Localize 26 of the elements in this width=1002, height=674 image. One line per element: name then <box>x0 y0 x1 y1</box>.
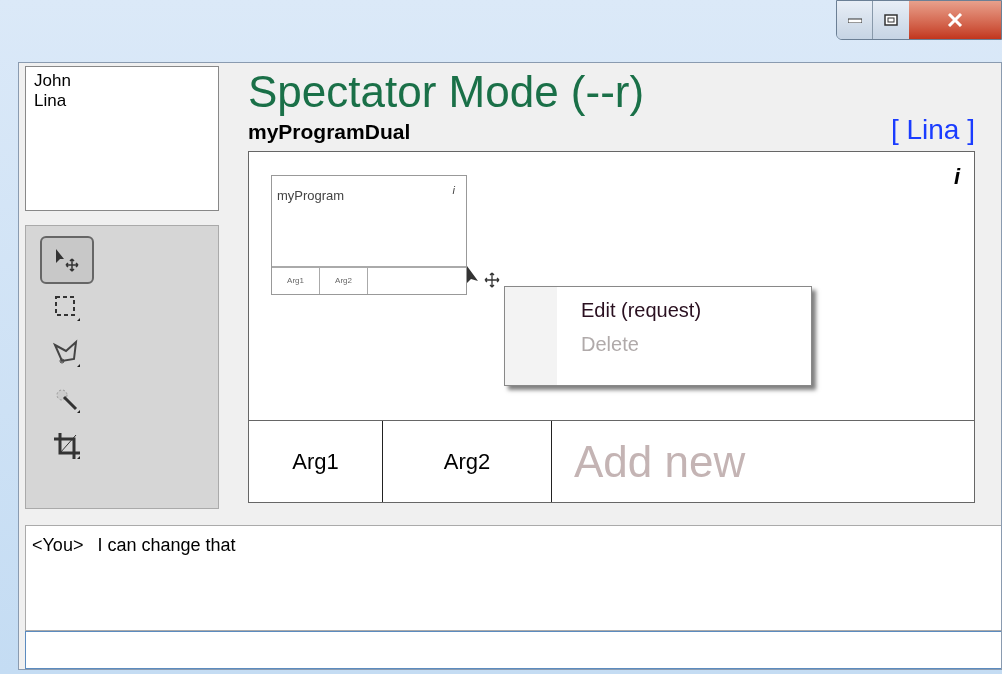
node-info: i <box>452 184 455 198</box>
message-sender: <You> <box>32 534 84 556</box>
mode-title: Spectator Mode (--r) <box>248 69 646 115</box>
marquee-tool-icon <box>52 293 82 323</box>
message-text: I can change that <box>97 534 236 556</box>
minimize-icon <box>847 17 862 23</box>
argument-cell[interactable]: Arg2 <box>383 421 552 502</box>
node-argument: Arg2 <box>320 268 368 294</box>
menu-item[interactable]: Edit (request) <box>581 299 702 321</box>
close-icon <box>947 13 963 27</box>
maximize-button[interactable] <box>873 1 909 39</box>
restore-icon <box>884 14 898 26</box>
program-node[interactable]: myProgram i Arg1 Arg2 <box>271 175 467 295</box>
close-button[interactable] <box>909 1 1001 39</box>
user-name[interactable]: John <box>34 71 210 91</box>
node-argument: Arg1 <box>272 268 320 294</box>
tool-button[interactable] <box>40 236 94 284</box>
current-user: [ Lina ] <box>890 115 975 145</box>
argument-cell[interactable]: Arg1 <box>249 421 383 502</box>
node-title: myProgram <box>277 188 345 205</box>
lasso-tool-icon <box>52 339 82 369</box>
canvas-info: i <box>953 166 960 188</box>
program-name: myProgramDual <box>248 119 411 145</box>
chat-input[interactable] <box>25 631 1001 669</box>
crop-icon <box>52 431 82 461</box>
user-name[interactable]: Lina <box>34 91 210 111</box>
